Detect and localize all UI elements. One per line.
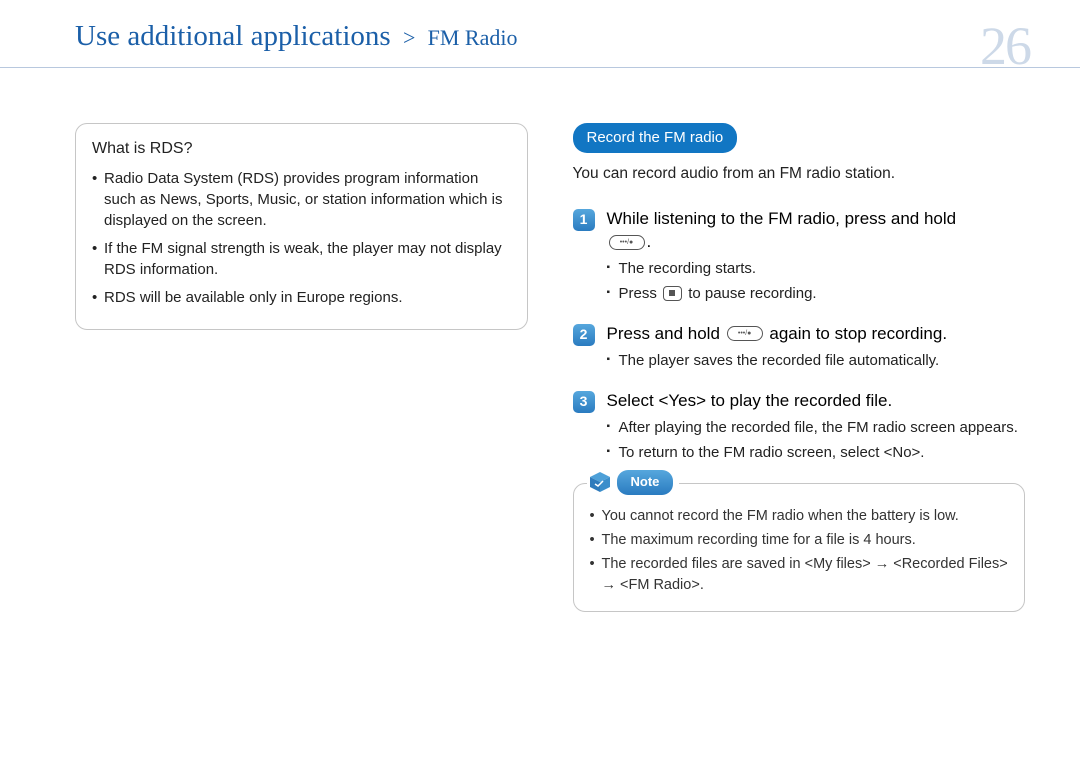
stop-button-icon (663, 286, 682, 301)
step-sublist: The recording starts. Press to pause rec… (607, 258, 1026, 304)
step-title: Press and hold •••/● again to stop recor… (607, 322, 1026, 346)
step-sublist: The player saves the recorded file autom… (607, 350, 1026, 371)
rds-title: What is RDS? (92, 138, 511, 160)
step-sub-item: After playing the recorded file, the FM … (607, 417, 1026, 438)
breadcrumb-sub: FM Radio (428, 25, 518, 50)
note-label: Note (617, 470, 674, 495)
breadcrumb-separator: > (403, 25, 415, 50)
rds-info-box: What is RDS? Radio Data System (RDS) pro… (75, 123, 528, 330)
left-column: What is RDS? Radio Data System (RDS) pro… (75, 123, 528, 612)
step-title: Select <Yes> to play the recorded file. (607, 389, 1026, 413)
step-number-badge: 1 (573, 209, 595, 231)
note-item: The recorded files are saved in <My file… (590, 554, 1009, 595)
step-body: Select <Yes> to play the recorded file. … (607, 389, 1026, 475)
step-number-badge: 3 (573, 391, 595, 413)
note-item: The maximum recording time for a file is… (590, 530, 1009, 550)
right-column: Record the FM radio You can record audio… (573, 123, 1026, 612)
note-box: You cannot record the FM radio when the … (573, 483, 1026, 612)
step-2: 2 Press and hold •••/● again to stop rec… (573, 322, 1026, 383)
rds-item: RDS will be available only in Europe reg… (92, 287, 511, 308)
section-badge: Record the FM radio (573, 123, 738, 153)
step-1: 1 While listening to the FM radio, press… (573, 207, 1026, 317)
note-cube-icon (589, 471, 611, 493)
rds-item: If the FM signal strength is weak, the p… (92, 238, 511, 280)
step-number-badge: 2 (573, 324, 595, 346)
step-sub-item: The recording starts. (607, 258, 1026, 279)
page-number: 26 (980, 22, 1030, 71)
step-3: 3 Select <Yes> to play the recorded file… (573, 389, 1026, 475)
step-sub-item: To return to the FM radio screen, select… (607, 442, 1026, 463)
note-section: You cannot record the FM radio when the … (573, 483, 1026, 612)
note-item: You cannot record the FM radio when the … (590, 506, 1009, 526)
step-title: While listening to the FM radio, press a… (607, 207, 1026, 255)
hold-button-icon: •••/● (727, 326, 763, 341)
rds-list: Radio Data System (RDS) provides program… (92, 168, 511, 308)
step-body: While listening to the FM radio, press a… (607, 207, 1026, 317)
section-lead: You can record audio from an FM radio st… (573, 163, 1026, 185)
breadcrumb: Use additional applications > FM Radio (75, 22, 517, 51)
page: Use additional applications > FM Radio 2… (0, 0, 1080, 762)
step-sub-item: Press to pause recording. (607, 283, 1026, 304)
step-body: Press and hold •••/● again to stop recor… (607, 322, 1026, 383)
page-header: Use additional applications > FM Radio 2… (0, 0, 1080, 68)
step-sub-item: The player saves the recorded file autom… (607, 350, 1026, 371)
breadcrumb-main: Use additional applications (75, 20, 391, 52)
rds-item: Radio Data System (RDS) provides program… (92, 168, 511, 231)
content-area: What is RDS? Radio Data System (RDS) pro… (0, 68, 1080, 612)
note-list: You cannot record the FM radio when the … (590, 506, 1009, 595)
step-sublist: After playing the recorded file, the FM … (607, 417, 1026, 463)
hold-button-icon: •••/● (609, 235, 645, 250)
note-wrap: You cannot record the FM radio when the … (573, 483, 1026, 612)
note-header: Note (587, 470, 680, 495)
